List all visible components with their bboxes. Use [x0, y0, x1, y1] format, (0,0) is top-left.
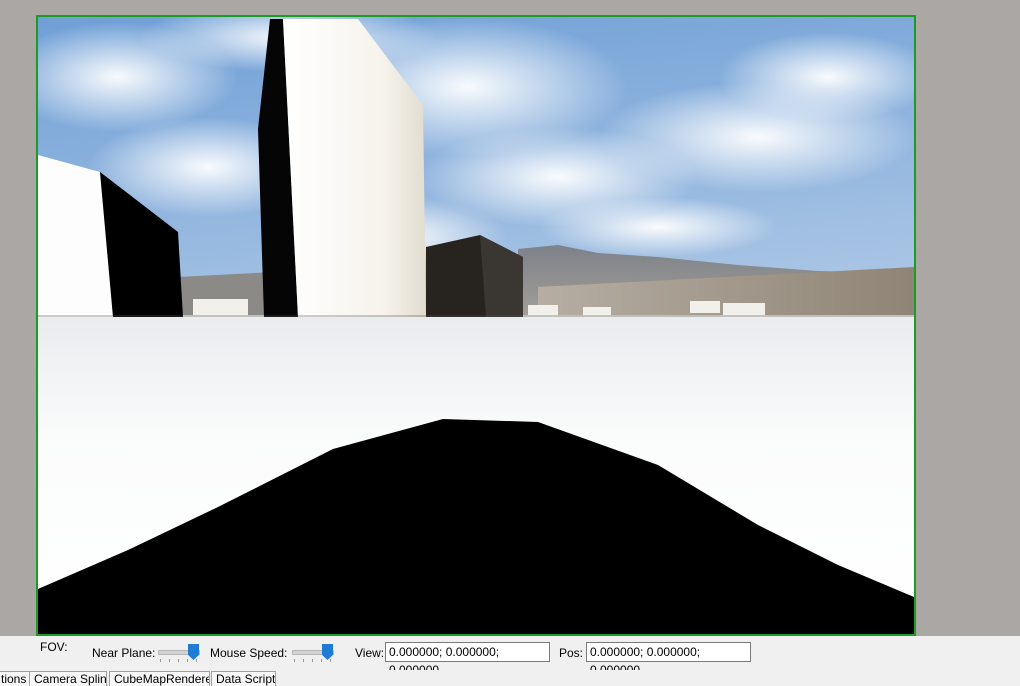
tab-camera-spline[interactable]: Camera Spline [29, 671, 107, 686]
view-label: View: [355, 646, 385, 660]
pos-vector-field[interactable]: 0.000000; 0.000000; 0.000000 [586, 642, 751, 677]
camera-controls: FOV: Near Plane: Mouse Speed: View: 0.00… [0, 636, 1020, 677]
pos-label: Pos: [559, 646, 584, 660]
mouse-speed-slider[interactable] [290, 641, 336, 665]
fov-label: FOV: [40, 640, 68, 654]
tab-options[interactable]: tions [0, 671, 30, 686]
tab-data-scripts[interactable]: Data Scripts [211, 671, 276, 686]
view-vector-field[interactable]: 0.000000; 0.000000; 0.000000 [385, 642, 550, 677]
rendered-scene [38, 17, 914, 634]
mouse-speed-label: Mouse Speed: [210, 646, 288, 660]
near-plane-slider-thumb[interactable] [188, 644, 199, 660]
panel-tabs: tions Camera Spline CubeMapRenderer Data… [0, 670, 1020, 686]
viewport-3d[interactable] [36, 15, 916, 636]
near-plane-slider[interactable] [156, 641, 202, 665]
near-plane-label: Near Plane: [92, 646, 156, 660]
mouse-speed-slider-thumb[interactable] [322, 644, 333, 660]
tab-cubemap-renderer[interactable]: CubeMapRenderer [109, 671, 210, 686]
